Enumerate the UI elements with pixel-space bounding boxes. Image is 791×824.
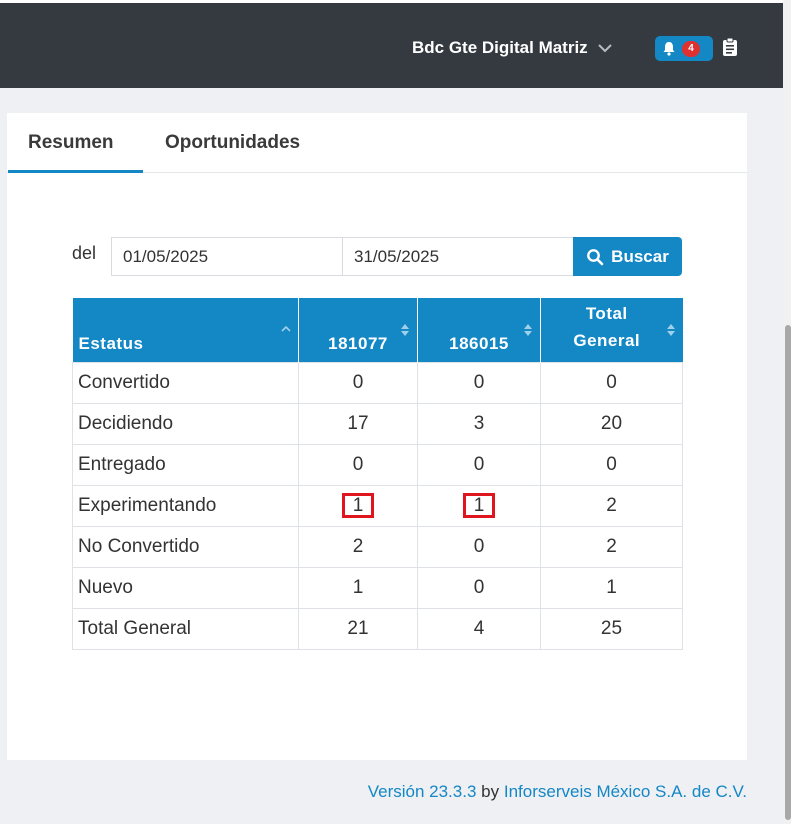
value-cell: 2: [298, 525, 418, 568]
total-cell: 0: [540, 361, 683, 404]
notifications-button[interactable]: 4: [655, 36, 713, 61]
footer-by: by: [481, 782, 500, 801]
column-header-181077[interactable]: 181077: [298, 298, 418, 362]
table-row: Decidiendo 17 3 20: [72, 402, 683, 445]
value-cell: 0: [417, 566, 541, 609]
total-cell: 0: [540, 443, 683, 486]
user-name: Bdc Gte Digital Matriz: [412, 38, 588, 57]
column-header-estatus[interactable]: Estatus: [72, 298, 299, 362]
sort-asc-icon: [281, 325, 291, 332]
tab-bar: Resumen Oportunidades: [7, 113, 747, 173]
column-header-label: Total General: [573, 303, 641, 350]
table-row: Entregado 0 0 0: [72, 443, 683, 486]
status-cell: Nuevo: [72, 566, 299, 609]
sort-icon: [401, 324, 409, 336]
table-header-row: Estatus 181077 186015 Total General: [72, 298, 683, 362]
tab-resumen[interactable]: Resumen: [28, 132, 114, 154]
status-cell: Decidiendo: [72, 402, 299, 445]
date-range-label: del: [72, 243, 97, 263]
value-cell: 0: [417, 525, 541, 568]
column-header-label: Estatus: [78, 333, 144, 353]
value-cell: 1: [298, 566, 418, 609]
highlighted-value[interactable]: 1: [462, 493, 496, 518]
column-header-label: 181077: [328, 333, 388, 353]
table-row: Experimentando 1 1 2: [72, 484, 683, 527]
status-cell: Entregado: [72, 443, 299, 486]
column-header-186015[interactable]: 186015: [417, 298, 541, 362]
total-cell: 20: [540, 402, 683, 445]
value-cell: 21: [298, 607, 418, 650]
sort-icon: [666, 324, 675, 336]
footer: Versión 23.3.3 by Inforserveis México S.…: [368, 782, 747, 802]
total-cell: 2: [540, 525, 683, 568]
scrollbar-thumb[interactable]: [785, 325, 791, 820]
company-link[interactable]: Inforserveis México S.A. de C.V.: [504, 782, 747, 801]
total-cell: 1: [540, 566, 683, 609]
total-cell: 25: [540, 607, 683, 650]
value-cell: 0: [298, 443, 418, 486]
sort-icon: [524, 324, 532, 336]
status-cell: Experimentando: [72, 484, 299, 527]
search-button[interactable]: Buscar: [573, 237, 682, 276]
top-navbar: Bdc Gte Digital Matriz 4: [0, 0, 783, 88]
tab-oportunidades[interactable]: Oportunidades: [165, 132, 300, 154]
status-cell: No Convertido: [72, 525, 299, 568]
table-row: Nuevo 1 0 1: [72, 566, 683, 609]
clipboard-icon[interactable]: [722, 37, 738, 57]
search-icon: [587, 248, 604, 265]
table-row: Total General 21 4 25: [72, 607, 683, 650]
value-cell[interactable]: 1: [417, 484, 541, 527]
date-to-input[interactable]: [342, 237, 574, 276]
value-cell: 0: [298, 361, 418, 404]
total-cell: 2: [540, 484, 683, 527]
chevron-down-icon: [597, 44, 612, 53]
notification-count-badge: 4: [682, 40, 700, 57]
table-row: Convertido 0 0 0: [72, 361, 683, 404]
column-header-label: 186015: [449, 333, 509, 353]
search-button-label: Buscar: [611, 246, 669, 266]
date-from-input[interactable]: [111, 237, 343, 276]
value-cell[interactable]: 1: [298, 484, 418, 527]
column-header-total-general[interactable]: Total General: [540, 298, 683, 362]
value-cell: 4: [417, 607, 541, 650]
summary-table: Estatus 181077 186015 Total General Conv…: [72, 298, 683, 650]
status-cell: Convertido: [72, 361, 299, 404]
user-menu[interactable]: Bdc Gte Digital Matriz: [412, 38, 614, 58]
highlighted-value[interactable]: 1: [341, 493, 375, 518]
value-cell: 17: [298, 402, 418, 445]
version-link[interactable]: Versión 23.3.3: [368, 782, 477, 801]
status-cell: Total General: [72, 607, 299, 650]
bell-icon: [663, 42, 675, 56]
table-row: No Convertido 2 0 2: [72, 525, 683, 568]
value-cell: 3: [417, 402, 541, 445]
value-cell: 0: [417, 361, 541, 404]
active-tab-indicator: [8, 170, 143, 173]
value-cell: 0: [417, 443, 541, 486]
